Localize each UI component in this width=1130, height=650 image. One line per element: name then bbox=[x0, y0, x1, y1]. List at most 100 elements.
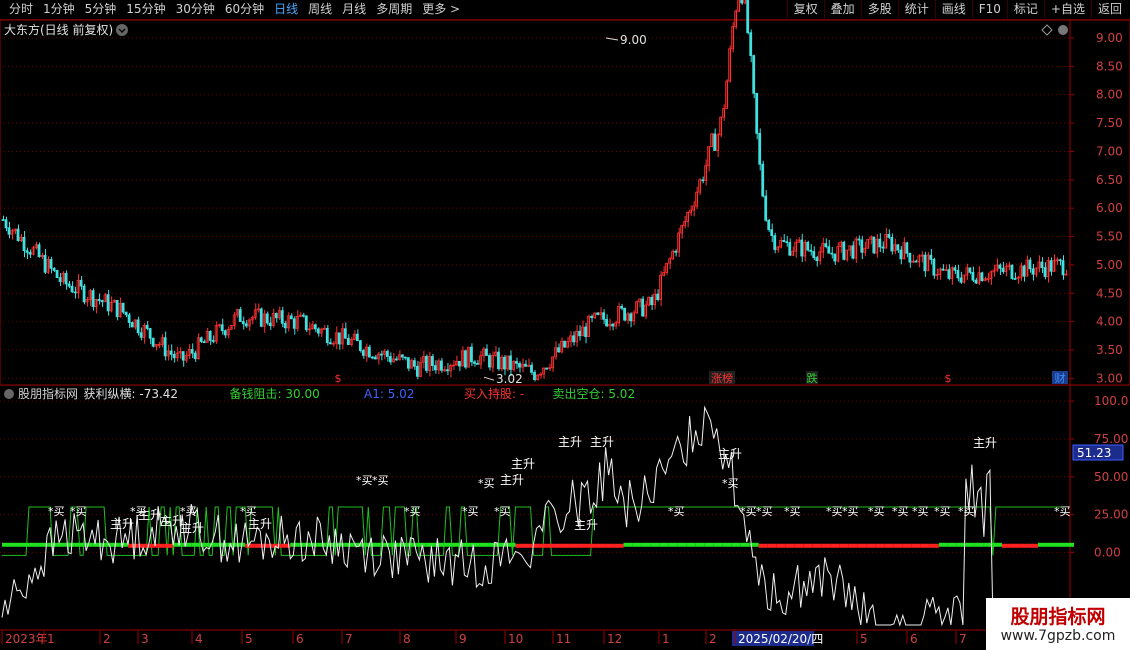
candle-body bbox=[464, 350, 467, 368]
candle-body bbox=[316, 328, 320, 334]
candle-body bbox=[629, 313, 632, 322]
candle-body bbox=[914, 260, 918, 263]
candle-body bbox=[82, 285, 86, 303]
candle-body bbox=[331, 342, 335, 345]
candle-body bbox=[37, 244, 41, 258]
candle-body bbox=[572, 335, 575, 343]
candle-body bbox=[497, 351, 500, 370]
candle-body bbox=[545, 367, 548, 370]
diamond-icon bbox=[1041, 24, 1053, 36]
candle-body bbox=[881, 246, 885, 249]
candle-body bbox=[518, 363, 521, 368]
candle-body bbox=[394, 358, 398, 361]
stock-chart[interactable]: 9.00 8.50 8.00 7.50 7.00 6.50 6.00 5.50 5.00 4.50… bbox=[0, 0, 1130, 650]
candle-body bbox=[932, 258, 936, 276]
candle-body bbox=[106, 294, 110, 312]
event-marker: $ bbox=[335, 372, 342, 385]
indicator-tick-label: 100.0 bbox=[1094, 394, 1128, 408]
indicator-tick-label: 50.00 bbox=[1094, 470, 1128, 484]
buy-signal: *买 bbox=[722, 477, 739, 490]
candle-body bbox=[887, 234, 891, 238]
timeline-label: 4 bbox=[195, 632, 203, 646]
price-tick-label: 3.50 bbox=[1096, 343, 1123, 357]
candle-body bbox=[7, 227, 11, 235]
candle-body bbox=[755, 92, 759, 134]
candle-body bbox=[515, 361, 518, 364]
price-tick-label: 6.50 bbox=[1096, 173, 1123, 187]
candle-body bbox=[163, 337, 167, 357]
candle-body bbox=[806, 241, 810, 251]
timeline-label: 2 bbox=[709, 632, 717, 646]
candle-body bbox=[974, 279, 978, 284]
candle-body bbox=[139, 332, 143, 338]
watermark-url: www.7gpzb.com bbox=[1000, 628, 1116, 644]
high-label: 9.00 bbox=[620, 33, 647, 47]
candle-body bbox=[1031, 268, 1035, 275]
candle-body bbox=[304, 315, 308, 331]
candle-body bbox=[1013, 278, 1017, 280]
candle-body bbox=[271, 313, 275, 327]
candle-body bbox=[262, 313, 266, 327]
buy-signal: *买 bbox=[934, 505, 951, 518]
candle-body bbox=[31, 247, 35, 255]
candle-body bbox=[130, 322, 134, 328]
candle-body bbox=[1, 219, 5, 221]
candle-body bbox=[1058, 259, 1062, 262]
candle-body bbox=[488, 355, 491, 368]
candle-body bbox=[503, 356, 506, 370]
candle-body bbox=[980, 272, 984, 282]
candle-body bbox=[434, 365, 437, 371]
candle-body bbox=[824, 243, 828, 248]
buy-signal: *买 bbox=[462, 505, 479, 518]
candle-body bbox=[280, 310, 284, 324]
indicator-legend-item: 备钱阻击: 30.00 bbox=[230, 386, 320, 401]
candle-body bbox=[905, 242, 909, 254]
buy-signal: *买 bbox=[784, 505, 801, 518]
price-tick-label: 6.00 bbox=[1096, 201, 1123, 215]
candle-body bbox=[770, 229, 774, 237]
candle-body bbox=[124, 311, 128, 316]
candle-body bbox=[752, 55, 756, 94]
candle-body bbox=[406, 357, 410, 369]
candle-body bbox=[1043, 267, 1047, 277]
low-label: 3.02 bbox=[496, 372, 523, 386]
candle-body bbox=[785, 241, 789, 244]
candle-body bbox=[830, 252, 834, 255]
candle-body bbox=[842, 241, 846, 260]
candle-body bbox=[530, 364, 533, 373]
timeline-label: 8 bbox=[403, 632, 411, 646]
price-tick-label: 8.50 bbox=[1096, 59, 1123, 73]
candle-body bbox=[1010, 264, 1014, 279]
candle-body bbox=[878, 238, 882, 248]
candle-body bbox=[959, 277, 963, 283]
candle-body bbox=[85, 299, 89, 303]
candle-body bbox=[385, 350, 389, 357]
candle-body bbox=[211, 340, 215, 342]
candle-body bbox=[121, 302, 125, 313]
candle-body bbox=[596, 312, 599, 315]
candle-body bbox=[409, 360, 413, 369]
candle-body bbox=[97, 299, 101, 301]
candle-body bbox=[476, 362, 479, 365]
candle-body bbox=[1037, 261, 1041, 269]
main-panel-frame bbox=[0, 19, 1130, 386]
timeline-label: 10 bbox=[508, 632, 523, 646]
candle-body bbox=[172, 353, 176, 359]
candle-body bbox=[415, 365, 419, 377]
candle-body bbox=[815, 257, 819, 262]
candle-body bbox=[590, 315, 593, 319]
candle-body bbox=[151, 337, 155, 347]
candle-body bbox=[524, 363, 527, 367]
timeline-label: 12 bbox=[607, 632, 622, 646]
candle-body bbox=[325, 328, 329, 344]
candle-body bbox=[968, 267, 972, 273]
candle-body bbox=[289, 315, 293, 320]
candle-body bbox=[229, 325, 233, 330]
candle-body bbox=[602, 312, 605, 320]
candle-body bbox=[373, 356, 377, 360]
candle-body bbox=[136, 319, 140, 334]
rise-signal: 主升 bbox=[180, 521, 204, 535]
candle-body bbox=[58, 277, 62, 282]
candle-body bbox=[662, 272, 666, 276]
timeline-label: 7 bbox=[345, 632, 353, 646]
